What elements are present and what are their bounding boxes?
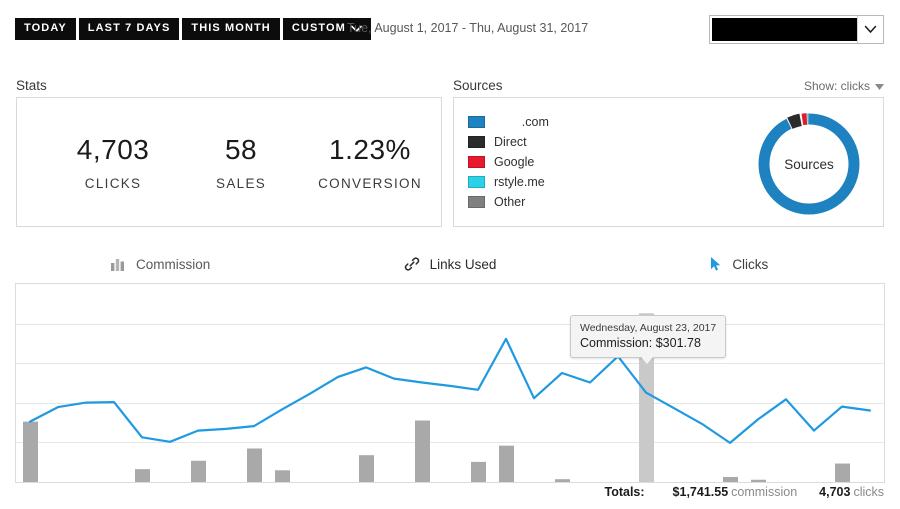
donut-center-label: Sources [784,156,834,172]
range-button-last-7-days[interactable]: LAST 7 DAYS [78,18,180,40]
bar-chart-icon [111,257,126,271]
stat-conversion-label: CONVERSION [318,176,422,191]
chart-bar[interactable] [275,470,290,482]
sources-panel-title: Sources [453,78,503,93]
date-range-buttons: TODAY LAST 7 DAYS THIS MONTH CUSTOM [15,18,371,40]
stat-sales: 58 SALES [183,133,299,191]
account-select-value [712,18,857,41]
top-toolbar: TODAY LAST 7 DAYS THIS MONTH CUSTOM Tue,… [0,0,900,58]
legend-swatch-icon [468,196,485,208]
legend-swatch-icon [468,136,485,148]
legend-item[interactable]: Direct [468,132,549,152]
legend-label: Google [494,155,535,169]
legend-item[interactable]: Google [468,152,549,172]
chart-bar[interactable] [415,420,430,482]
totals-clicks-unit: clicks [853,485,884,499]
tab-links-used-label: Links Used [429,256,497,272]
chart-bar[interactable] [23,421,38,482]
totals-commission-unit: commission [731,485,798,499]
sources-show-dropdown[interactable]: Show: clicks [804,79,884,93]
cursor-arrow-icon [710,256,722,272]
tab-commission-label: Commission [136,256,211,272]
caret-down-icon [875,79,884,93]
legend-swatch-icon [468,176,485,188]
chart-svg [16,313,884,482]
commission-clicks-chart[interactable] [15,283,885,483]
tab-commission[interactable]: Commission [16,248,305,280]
stats-panel-title: Stats [16,78,47,93]
sources-legend: .com Direct Google rstyle.me Other [468,112,549,212]
date-range-text: Tue, August 1, 2017 - Thu, August 31, 20… [347,21,589,35]
tooltip-date: Wednesday, August 23, 2017 [580,322,717,334]
chart-bar[interactable] [191,460,206,482]
link-icon [404,256,420,272]
range-button-today-label: TODAY [24,22,67,34]
chart-tooltip: Wednesday, August 23, 2017 Commission: $… [570,315,727,364]
stats-panel: 4,703 CLICKS 58 SALES 1.23% CONVERSION [16,97,442,227]
chart-gridlines [16,324,884,443]
legend-item[interactable]: Other [468,192,549,212]
tooltip-value: Commission: $301.78 [580,336,701,350]
totals-label: Totals: [604,485,645,499]
legend-swatch-icon [468,116,485,128]
stat-sales-label: SALES [216,176,267,191]
totals-commission: $1,741.55 commission [673,485,798,499]
legend-item[interactable]: .com [468,112,549,132]
stat-sales-value: 58 [224,134,258,165]
totals-clicks: 4,703 clicks [819,485,884,499]
chart-bar[interactable] [471,461,486,482]
chart-bar[interactable] [499,445,514,482]
stat-conversion: 1.23% CONVERSION [299,133,441,191]
legend-label: .com [494,115,549,129]
legend-label: rstyle.me [494,175,545,189]
chart-totals: Totals: $1,741.55 commission 4,703 click… [605,485,885,499]
tab-clicks[interactable]: Clicks [595,248,884,280]
legend-swatch-icon [468,156,485,168]
tab-clicks-label: Clicks [732,256,769,272]
range-button-this-month[interactable]: THIS MONTH [182,18,280,40]
tab-links-used[interactable]: Links Used [305,248,594,280]
chart-line-clicks [28,337,872,444]
range-button-custom-label: CUSTOM [291,22,346,34]
chart-bar[interactable] [247,448,262,482]
chevron-down-icon[interactable] [857,16,883,43]
stat-clicks-value: 4,703 [76,134,150,165]
chart-bar[interactable] [555,479,570,482]
stat-conversion-value: 1.23% [329,134,411,165]
range-button-today[interactable]: TODAY [15,18,76,40]
legend-label: Other [494,195,526,209]
chart-bar[interactable] [751,479,766,482]
sources-panel: .com Direct Google rstyle.me Other Sourc… [453,97,884,227]
stat-clicks: 4,703 CLICKS [43,133,183,191]
legend-item[interactable]: rstyle.me [468,172,549,192]
totals-commission-value: $1,741.55 [672,485,729,499]
totals-clicks-value: 4,703 [819,485,851,499]
sources-show-label: Show: clicks [803,79,870,93]
stat-clicks-label: CLICKS [84,176,142,191]
chart-tabs: Commission Links Used Clicks [16,248,884,280]
range-button-last-7-days-label: LAST 7 DAYS [87,22,171,34]
chart-bar[interactable] [135,469,150,482]
chart-bar[interactable] [835,463,850,482]
account-select[interactable] [709,15,884,44]
sources-donut-chart[interactable]: Sources [753,108,865,220]
chart-bar[interactable] [359,455,374,482]
legend-label: Direct [494,135,527,149]
range-button-this-month-label: THIS MONTH [191,22,271,34]
chart-bar[interactable] [723,476,738,482]
